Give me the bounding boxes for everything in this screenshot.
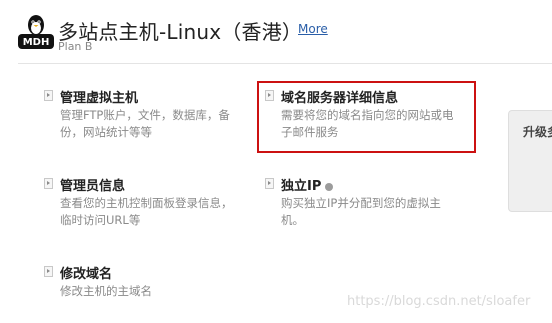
upgrade-panel[interactable]: 升级多 bbox=[508, 110, 552, 212]
card-description: 查看您的主机控制面板登录信息， 临时访问URL等 bbox=[60, 196, 233, 227]
card-title[interactable]: 修改域名 bbox=[60, 263, 112, 282]
dedicated-ip-card[interactable]: 独立IP 购买独立IP并分配到您的虚拟主 机。 bbox=[265, 175, 470, 230]
card-description: 管理FTP账户，文件，数据库，备 份，网站统计等等 bbox=[60, 108, 230, 139]
arrow-bullet-icon bbox=[44, 90, 53, 101]
card-title[interactable]: 管理虚拟主机 bbox=[60, 87, 138, 106]
card-title[interactable]: 管理员信息 bbox=[60, 175, 125, 194]
arrow-bullet-icon bbox=[265, 178, 274, 189]
status-dot-icon bbox=[325, 182, 334, 191]
change-domain-card[interactable]: 修改域名 修改主机的主域名 bbox=[44, 263, 249, 303]
manage-hosting-card[interactable]: 管理虚拟主机 管理FTP账户，文件，数据库，备 份，网站统计等等 bbox=[44, 87, 249, 142]
more-link[interactable]: More bbox=[298, 22, 328, 36]
page-header: MDH 多站点主机-Linux（香港） More Plan B bbox=[0, 0, 552, 60]
arrow-bullet-icon bbox=[44, 266, 53, 277]
card-title[interactable]: 独立IP bbox=[281, 175, 334, 194]
watermark: https://blog.csdn.net/sloafer bbox=[347, 294, 531, 309]
card-description: 购买独立IP并分配到您的虚拟主 机。 bbox=[281, 196, 441, 227]
plan-subtitle: Plan B bbox=[58, 40, 93, 53]
header-divider bbox=[18, 63, 552, 64]
highlight-box bbox=[257, 81, 476, 153]
page-title: 多站点主机-Linux（香港） bbox=[58, 20, 303, 44]
admin-info-card[interactable]: 管理员信息 查看您的主机控制面板登录信息， 临时访问URL等 bbox=[44, 175, 249, 230]
svg-text:MDH: MDH bbox=[23, 37, 50, 48]
card-description: 修改主机的主域名 bbox=[60, 284, 152, 298]
upgrade-label: 升级多 bbox=[523, 125, 552, 139]
penguin-logo-icon: MDH bbox=[18, 15, 54, 49]
arrow-bullet-icon bbox=[44, 178, 53, 189]
